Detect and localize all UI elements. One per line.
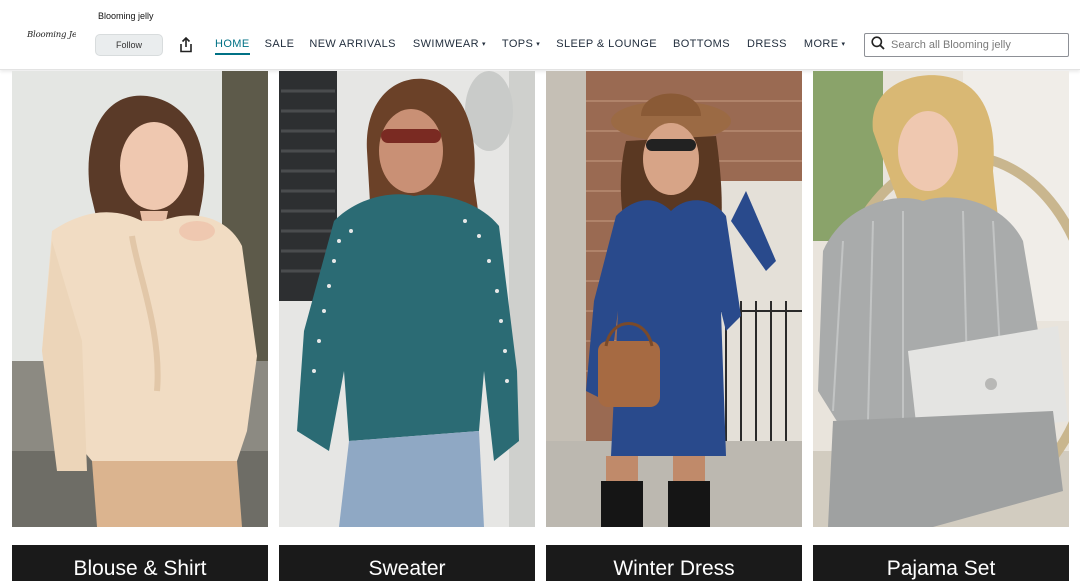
chevron-down-icon: ▾	[536, 41, 541, 48]
store-header: Blooming Jelly Blooming jelly Follow HOM…	[0, 0, 1080, 70]
category-label-pajama-set[interactable]: Pajama Set	[813, 545, 1069, 581]
nav-dress[interactable]: DRESS	[747, 38, 787, 50]
store-search[interactable]	[864, 33, 1069, 57]
nav-sleep-lounge[interactable]: SLEEP & LOUNGE	[556, 38, 657, 50]
nav-tops[interactable]: TOPS ▾	[502, 38, 540, 50]
chevron-down-icon: ▾	[841, 41, 846, 48]
store-logo[interactable]: Blooming Jelly	[26, 26, 87, 42]
category-image-blouse-shirt[interactable]	[12, 71, 268, 527]
nav-home[interactable]: HOME	[215, 38, 250, 55]
nav-swimwear[interactable]: SWIMWEAR ▾	[413, 38, 486, 50]
store-nav: HOME SALE NEW ARRIVALS SWIMWEAR ▾ TOPS ▾ S…	[215, 38, 846, 55]
nav-bottoms[interactable]: BOTTOMS	[673, 38, 730, 50]
chevron-down-icon: ▾	[482, 41, 486, 48]
search-input[interactable]	[891, 39, 1061, 51]
category-label-blouse-shirt[interactable]: Blouse & Shirt	[12, 545, 268, 581]
nav-new-arrivals[interactable]: NEW ARRIVALS	[309, 38, 396, 50]
category-label-winter-dress[interactable]: Winter Dress	[546, 545, 802, 581]
follow-button[interactable]: Follow	[95, 34, 163, 56]
nav-more[interactable]: MORE ▾	[804, 38, 846, 50]
category-label-sweater[interactable]: Sweater	[279, 545, 535, 581]
category-image-winter-dress[interactable]	[546, 71, 802, 527]
nav-sale[interactable]: SALE	[265, 38, 295, 50]
search-icon	[871, 35, 885, 55]
category-image-sweater[interactable]	[279, 71, 535, 527]
svg-text:Blooming Jelly: Blooming Jelly	[26, 30, 76, 40]
store-name: Blooming jelly	[98, 11, 154, 21]
category-image-pajama-set[interactable]	[813, 71, 1069, 527]
share-icon[interactable]	[177, 35, 195, 55]
